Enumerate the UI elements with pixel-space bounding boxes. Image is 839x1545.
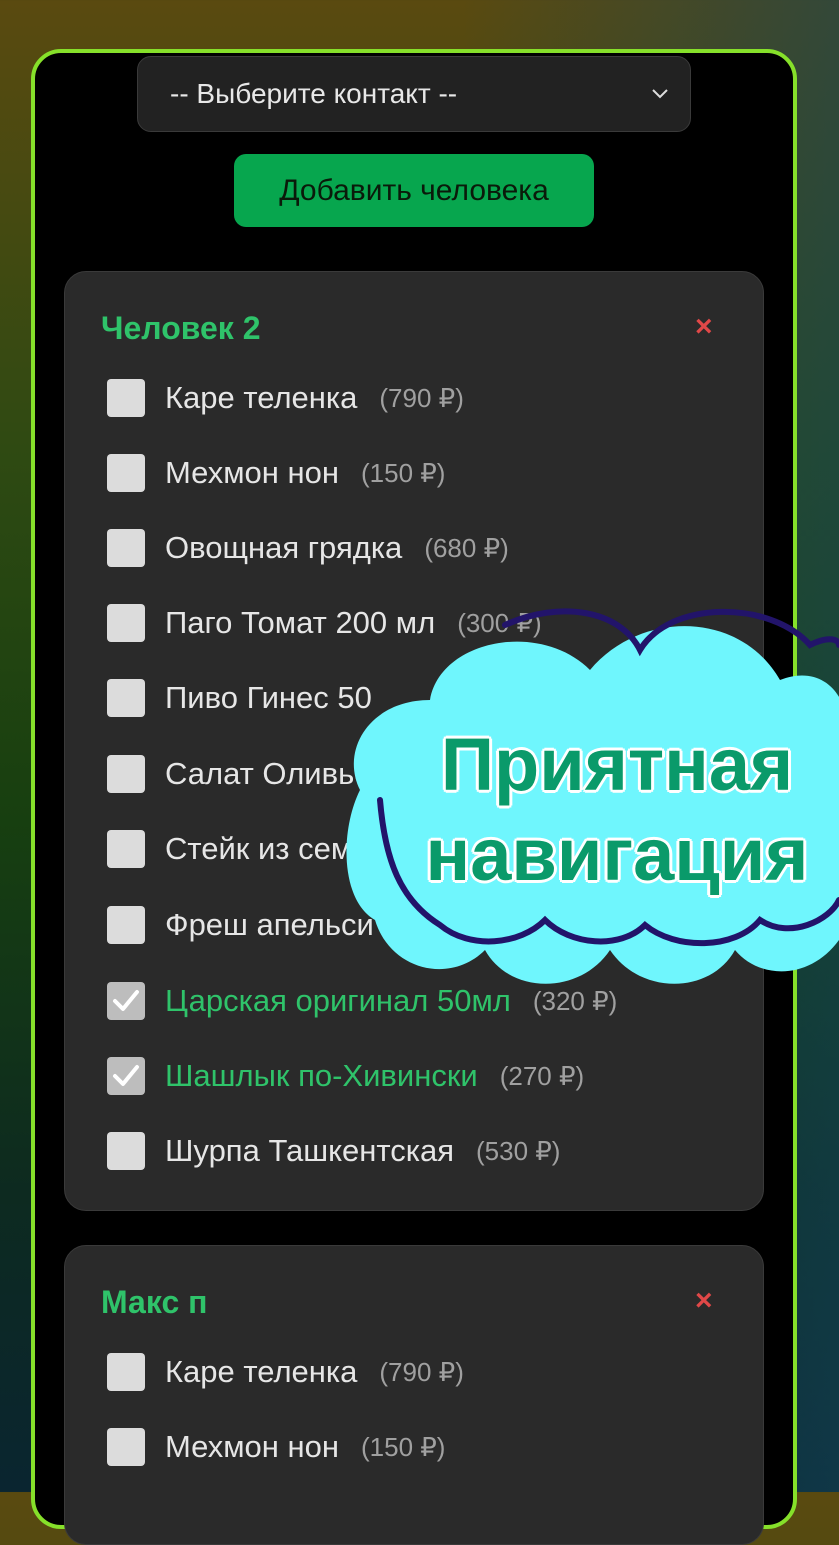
chevron-down-icon xyxy=(652,89,668,99)
checkbox[interactable] xyxy=(107,454,145,492)
item-price: (790 ₽) xyxy=(379,1356,464,1387)
checkbox-checked[interactable] xyxy=(107,982,145,1020)
add-person-button[interactable]: Добавить человека xyxy=(234,154,594,227)
checkbox[interactable] xyxy=(107,1428,145,1466)
item-price: (150 ₽) xyxy=(361,1431,446,1462)
item-name: Овощная грядка xyxy=(165,530,403,565)
checkbox[interactable] xyxy=(107,379,145,417)
checkbox[interactable] xyxy=(107,830,145,868)
checkbox[interactable] xyxy=(107,1353,145,1391)
item-price: (530 ₽) xyxy=(476,1135,561,1166)
menu-item[interactable]: Шашлык по-Хивински (270 ₽) xyxy=(107,1054,584,1098)
checkbox[interactable] xyxy=(107,755,145,793)
checkbox-checked[interactable] xyxy=(107,1057,145,1095)
item-price: (270 ₽) xyxy=(499,1060,585,1091)
contact-select-value: -- Выберите контакт -- xyxy=(170,78,458,109)
item-name: Шурпа Ташкентская xyxy=(165,1133,454,1168)
menu-item[interactable]: Стейк из сем xyxy=(107,827,374,871)
person-name: Макс п xyxy=(101,1284,208,1320)
menu-item[interactable]: Мехмон нон (150 ₽) xyxy=(107,1425,445,1469)
remove-person-icon[interactable]: × xyxy=(695,310,713,344)
checkbox[interactable] xyxy=(107,604,145,642)
menu-item[interactable]: Овощная грядка (680 ₽) xyxy=(107,526,509,570)
item-name: Каре теленка xyxy=(165,1354,358,1389)
menu-item[interactable]: Мехмон нон (150 ₽) xyxy=(107,451,445,495)
item-name: Шашлык по-Хивински xyxy=(165,1058,478,1093)
item-name: Стейк из сем xyxy=(165,831,353,866)
item-name: Мехмон нон xyxy=(165,1429,339,1464)
contact-select[interactable]: -- Выберите контакт -- xyxy=(137,56,691,132)
item-price: (790 ₽) xyxy=(379,382,464,413)
checkbox[interactable] xyxy=(107,679,145,717)
item-price: (150 ₽) xyxy=(361,457,446,488)
promo-line-2: навигация xyxy=(425,813,809,896)
item-name: Мехмон нон xyxy=(165,455,339,490)
person-card: Макс п × Каре теленка (790 ₽) Мехмон нон… xyxy=(64,1245,764,1545)
checkbox[interactable] xyxy=(107,529,145,567)
menu-item[interactable]: Шурпа Ташкентская (530 ₽) xyxy=(107,1129,560,1173)
menu-item[interactable]: Каре теленка (790 ₽) xyxy=(107,1350,464,1394)
item-name: Каре теленка xyxy=(165,380,358,415)
promo-text: Приятная навигация xyxy=(412,720,822,900)
person-name: Человек 2 xyxy=(101,310,261,346)
menu-item[interactable]: Каре теленка (790 ₽) xyxy=(107,376,464,420)
checkmark-icon xyxy=(113,990,139,1011)
remove-person-icon[interactable]: × xyxy=(695,1284,713,1318)
checkmark-icon xyxy=(113,1065,139,1086)
checkbox[interactable] xyxy=(107,1132,145,1170)
item-price: (680 ₽) xyxy=(424,532,509,563)
checkbox[interactable] xyxy=(107,906,145,944)
promo-line-1: Приятная xyxy=(440,723,794,806)
